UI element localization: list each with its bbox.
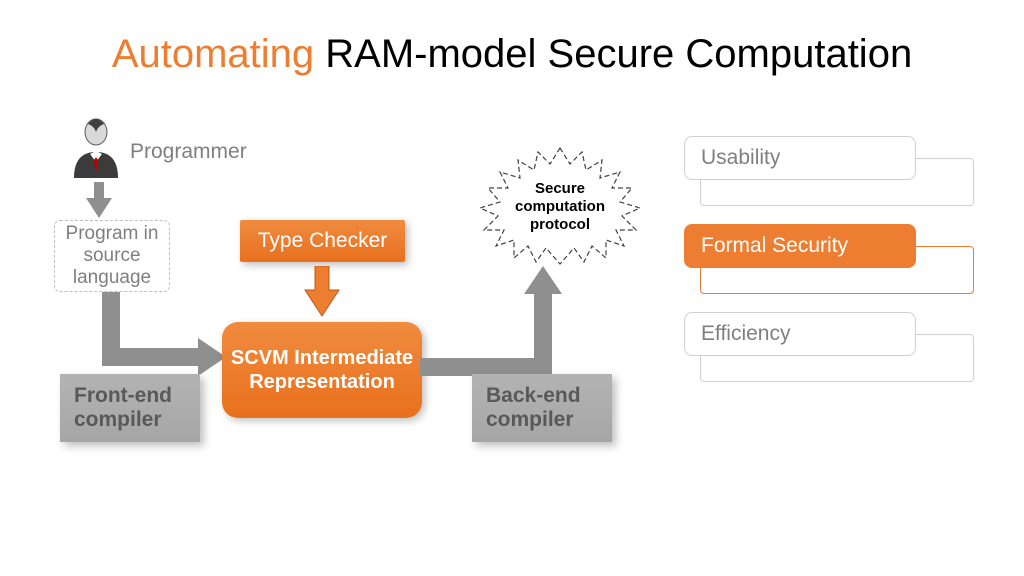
- backend-compiler-label: Back-end compiler: [486, 384, 581, 431]
- source-language-box: Program in source language: [54, 220, 170, 292]
- frontend-compiler-box: Front-end compiler: [60, 374, 200, 442]
- property-formal-security: Formal Security: [684, 224, 974, 290]
- type-checker-label: Type Checker: [258, 229, 388, 253]
- arrow-down-orange-icon: [304, 266, 340, 318]
- title-accent: Automating: [112, 32, 314, 76]
- arrow-elbow-right-icon: [98, 292, 228, 382]
- page-title: Automating RAM-model Secure Computation: [0, 32, 1024, 77]
- property-usability: Usability: [684, 136, 974, 202]
- property-tab: Formal Security: [684, 224, 916, 268]
- scvm-ir-box: SCVM Intermediate Representation: [222, 322, 422, 418]
- type-checker-box: Type Checker: [240, 220, 405, 262]
- scvm-ir-label: SCVM Intermediate Representation: [222, 346, 422, 394]
- property-efficiency: Efficiency: [684, 312, 974, 378]
- property-tab: Usability: [684, 136, 916, 180]
- frontend-compiler-label: Front-end compiler: [74, 384, 172, 431]
- title-rest: RAM-model Secure Computation: [314, 32, 912, 76]
- property-label: Usability: [701, 146, 780, 170]
- starburst-secure-protocol: Secure computation protocol: [470, 142, 650, 272]
- person-icon: [68, 118, 124, 180]
- source-language-text: Program in source language: [55, 223, 169, 289]
- starburst-label: Secure computation protocol: [470, 142, 650, 272]
- arrow-down-icon: [84, 182, 114, 220]
- backend-compiler-box: Back-end compiler: [472, 374, 612, 442]
- arrow-elbow-up-icon: [420, 264, 570, 382]
- property-label: Efficiency: [701, 322, 791, 346]
- property-label: Formal Security: [701, 234, 848, 258]
- programmer-label: Programmer: [130, 140, 247, 164]
- property-tab: Efficiency: [684, 312, 916, 356]
